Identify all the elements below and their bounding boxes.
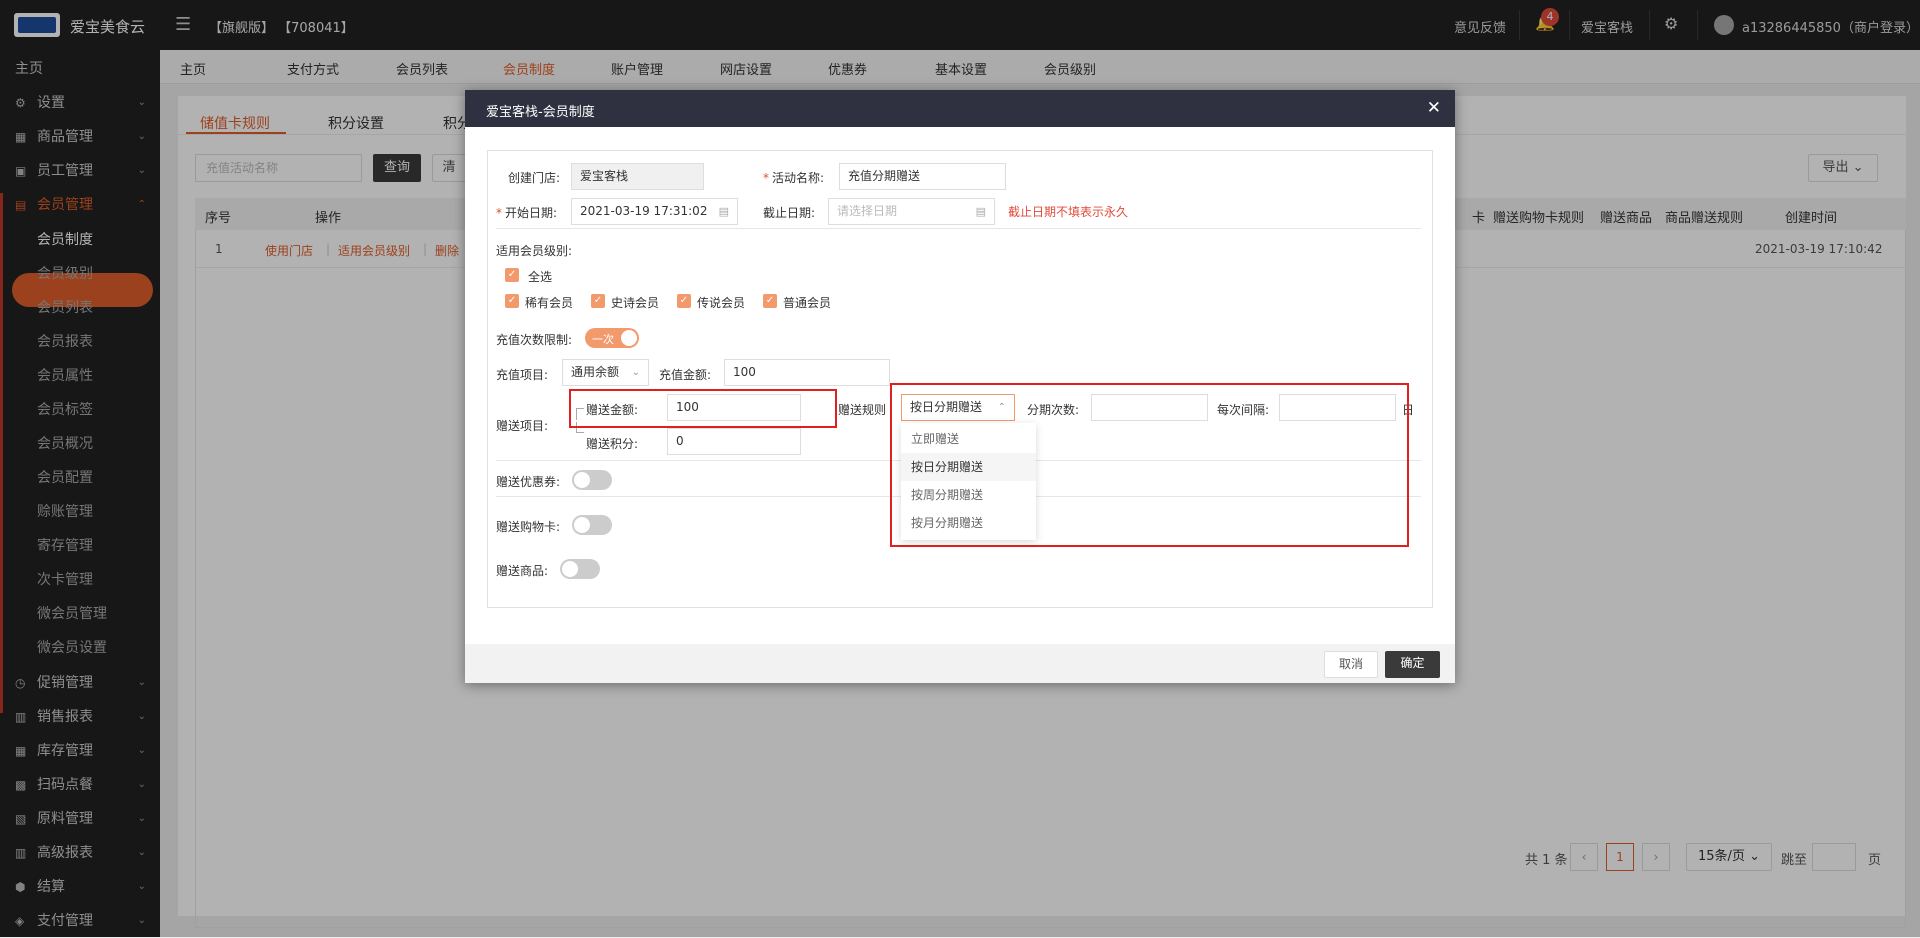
store-field: 爱宝客栈 [571,163,704,190]
switch-text: 一次 [592,333,614,346]
recharge-item-value: 通用余额 [571,365,620,379]
chevron-down-icon: ⌄ [631,367,640,378]
dropdown-option[interactable]: 按月分期赠送 [901,509,1036,537]
gift-card-label: 赠送购物卡: [496,520,561,534]
cancel-button[interactable]: 取消 [1324,651,1378,678]
level-checkbox[interactable]: ✓ [505,294,519,308]
calendar-icon: ▤ [718,205,729,218]
start-date-label-text: 开始日期: [505,206,558,220]
switch-knob [574,472,590,488]
highlight-box [569,389,837,428]
close-icon[interactable]: ✕ [1427,98,1441,118]
dialog-header: 爱宝客栈-会员制度 ✕ [465,90,1455,127]
gift-points-label: 赠送积分: [586,437,639,451]
dropdown-option[interactable]: 按周分期赠送 [901,481,1036,509]
level-label: 传说会员 [697,296,746,310]
calendar-icon: ▤ [975,205,986,218]
recharge-item-label: 充值项目: [496,368,549,382]
switch-knob [574,517,590,533]
select-all-checkbox[interactable]: ✓ [505,268,519,282]
end-date-label: 截止日期: [763,206,816,220]
select-all-label: 全选 [528,270,553,284]
gift-coupon-label: 赠送优惠券: [496,475,561,489]
activity-name-label: * 活动名称: [763,169,824,186]
level-label: 普通会员 [783,296,832,310]
required-mark: * [763,171,769,185]
level-label: 稀有会员 [525,296,574,310]
end-date-placeholder: 请选择日期 [837,204,898,218]
gift-coupon-switch[interactable] [572,470,612,490]
recharge-amount-label: 充值金额: [659,368,712,382]
end-date-input[interactable]: 请选择日期 ▤ [828,198,995,225]
gift-goods-switch[interactable] [560,559,600,579]
confirm-button[interactable]: 确定 [1385,651,1440,678]
activity-name-input[interactable]: 充值分期赠送 [839,163,1006,190]
dropdown-option[interactable]: 按日分期赠送 [901,453,1036,481]
divider [496,228,1421,229]
switch-knob [621,330,637,346]
level-label: 史诗会员 [611,296,660,310]
recharge-limit-switch[interactable]: 一次 [585,328,639,348]
end-date-hint: 截止日期不填表示永久 [1008,205,1129,219]
recharge-limit-label: 充值次数限制: [496,333,573,347]
gift-rule-dropdown: 立即赠送 按日分期赠送 按周分期赠送 按月分期赠送 [901,423,1036,540]
member-levels-label: 适用会员级别: [496,244,573,258]
start-date-value: 2021-03-19 17:31:02 [580,204,708,218]
level-checkbox[interactable]: ✓ [763,294,777,308]
dialog-title: 爱宝客栈-会员制度 [486,105,595,120]
start-date-label: * 开始日期: [496,204,557,221]
dialog-footer: 取消 确定 [465,644,1455,683]
dropdown-option[interactable]: 立即赠送 [901,425,1036,453]
member-system-dialog: 爱宝客栈-会员制度 ✕ 创建门店: 爱宝客栈 * 活动名称: 充值分期赠送 * 开始… [465,90,1455,683]
gift-goods-label: 赠送商品: [496,564,549,578]
gift-points-input[interactable]: 0 [667,428,801,455]
level-checkbox[interactable]: ✓ [677,294,691,308]
switch-knob [562,561,578,577]
gift-card-switch[interactable] [572,515,612,535]
required-mark: * [496,206,502,220]
recharge-item-select[interactable]: 通用余额 ⌄ [562,359,649,386]
start-date-input[interactable]: 2021-03-19 17:31:02 ▤ [571,198,738,225]
gift-rule-label: 赠送规则 [838,403,887,417]
gift-item-label: 赠送项目: [496,419,549,433]
activity-name-label-text: 活动名称: [772,171,825,185]
recharge-amount-input[interactable]: 100 [724,359,890,386]
store-label: 创建门店: [508,171,561,185]
level-checkbox[interactable]: ✓ [591,294,605,308]
